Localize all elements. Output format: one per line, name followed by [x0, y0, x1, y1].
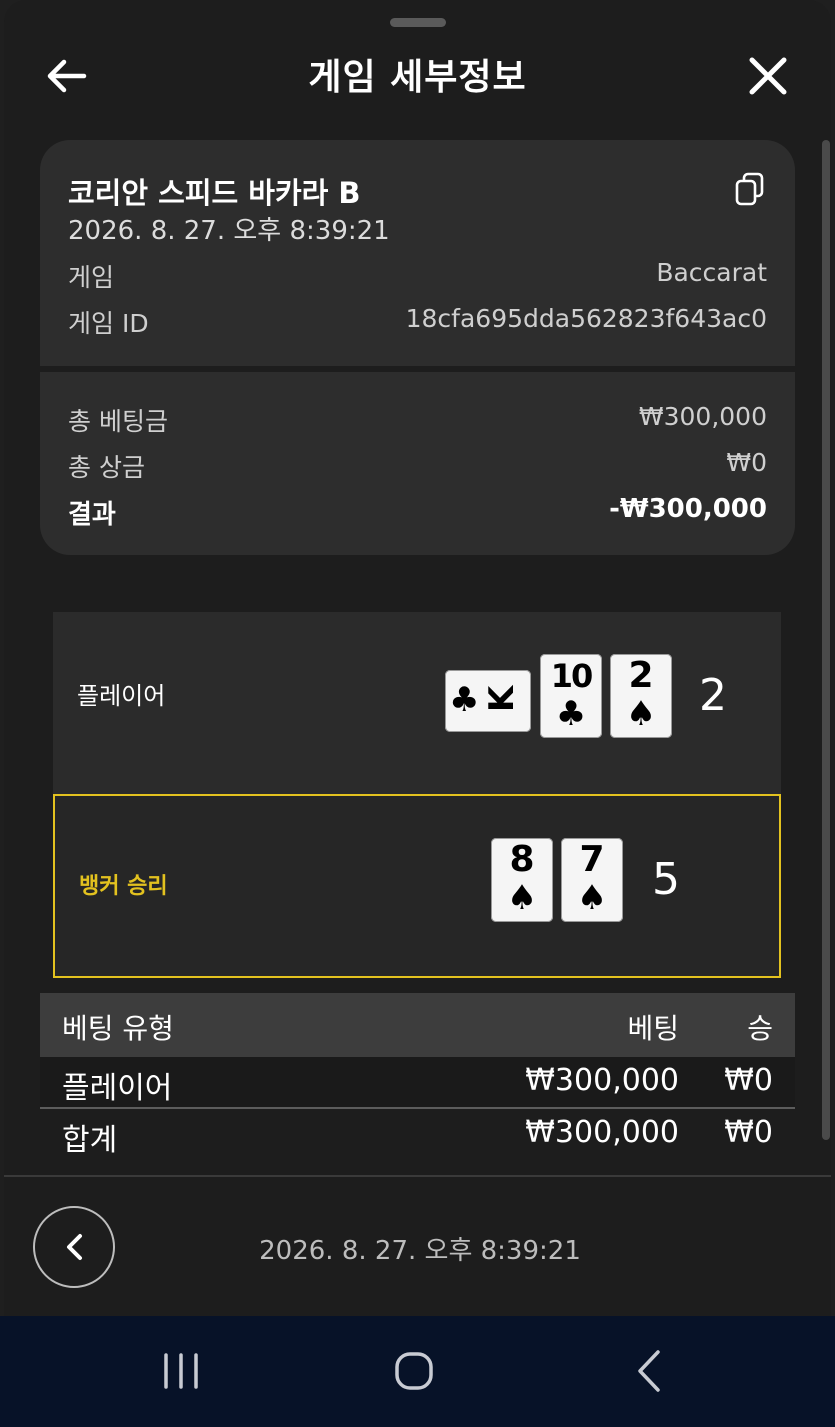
card-suit: ♠: [506, 878, 538, 918]
card-suit: ♣: [555, 694, 587, 734]
game-id-value: 18cfa695dda562823f643ac0: [405, 304, 767, 333]
sheet-grab-handle[interactable]: [390, 18, 446, 27]
banker-card-2: 7 ♠: [561, 838, 623, 922]
scrollbar[interactable]: [822, 140, 830, 1140]
card-suit: ♠: [576, 878, 608, 918]
game-datetime: 2026. 8. 27. 오후 8:39:21: [68, 216, 390, 246]
system-navigation-bar: [0, 1316, 835, 1427]
player-hand-panel: 플레이어 ♣ K 10 ♣ 2 ♠ 2: [53, 612, 781, 794]
close-icon[interactable]: [744, 52, 792, 100]
header-win: 승: [747, 1012, 773, 1045]
table-row: 플레이어 ₩300,000 ₩0: [40, 1057, 795, 1107]
game-name: 코리안 스피드 바카라 B: [68, 176, 361, 210]
total-prize-value: ₩0: [726, 448, 767, 477]
nav-back-icon[interactable]: [618, 1346, 678, 1396]
game-id-label: 게임 ID: [68, 309, 149, 338]
page-title: 게임 세부정보: [308, 57, 527, 98]
footer-divider: [4, 1175, 831, 1177]
card-rank: 10: [550, 657, 594, 695]
nav-recents-icon[interactable]: [152, 1346, 212, 1396]
row-bet-amount: ₩300,000: [525, 1063, 679, 1098]
banker-hand-panel: 뱅커 승리 8 ♠ 7 ♠ 5: [53, 794, 781, 978]
game-value: Baccarat: [656, 258, 767, 287]
player-card-2: 10 ♣: [540, 654, 602, 738]
total-bet-value: ₩300,000: [638, 402, 767, 431]
table-total-row: 합계 ₩300,000 ₩0: [40, 1109, 795, 1159]
result-value: -₩300,000: [609, 494, 767, 524]
card-divider: [40, 366, 795, 372]
total-prize-label: 총 상금: [68, 453, 145, 482]
banker-hand-label: 뱅커 승리: [79, 874, 168, 899]
card-rank: 8: [509, 839, 535, 880]
row-bet-type: 플레이어: [62, 1071, 173, 1106]
row-win-amount: ₩0: [724, 1063, 773, 1098]
card-suit: ♠: [625, 694, 657, 734]
total-bet-amount: ₩300,000: [525, 1115, 679, 1150]
card-rank: 7: [579, 839, 605, 880]
header-bet: 베팅: [627, 1012, 679, 1045]
card-rank: 2: [628, 655, 654, 696]
player-card-3: 2 ♠: [610, 654, 672, 738]
card-rank: K: [482, 685, 523, 713]
total-bet-type: 합계: [62, 1123, 118, 1158]
total-win-amount: ₩0: [724, 1115, 773, 1150]
game-label: 게임: [68, 263, 115, 292]
player-hand-label: 플레이어: [77, 682, 166, 710]
card-suit: ♣: [449, 680, 480, 720]
banker-score: 5: [652, 854, 680, 905]
footer-datetime: 2026. 8. 27. 오후 8:39:21: [259, 1236, 581, 1266]
player-score: 2: [699, 670, 727, 721]
game-summary-card: 코리안 스피드 바카라 B 2026. 8. 27. 오후 8:39:21 게임…: [40, 140, 795, 555]
total-bet-label: 총 베팅금: [68, 407, 168, 436]
copy-icon[interactable]: [734, 172, 766, 206]
player-card-1: ♣ K: [445, 670, 531, 732]
nav-home-icon[interactable]: [384, 1346, 444, 1396]
header-bet-type: 베팅 유형: [62, 1012, 174, 1045]
banker-card-1: 8 ♠: [491, 838, 553, 922]
result-label: 결과: [68, 500, 116, 530]
bets-table-header: 베팅 유형 베팅 승: [40, 993, 795, 1057]
